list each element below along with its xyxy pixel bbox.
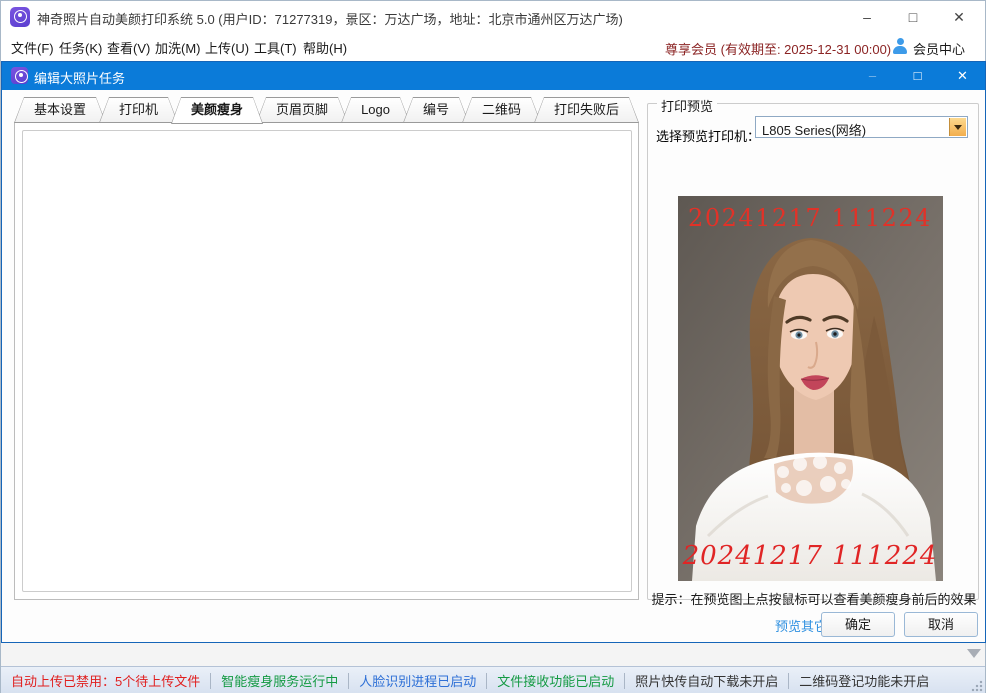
- tab-header-footer[interactable]: 页眉页脚: [256, 97, 348, 123]
- tab-basic-settings[interactable]: 基本设置: [14, 97, 106, 123]
- menu-view[interactable]: 查看(V): [107, 38, 150, 57]
- membership-status: 尊享会员 (有效期至: 2025-12-31 00:00): [665, 39, 891, 58]
- status-slim-service: 智能瘦身服务运行中: [211, 671, 348, 690]
- dialog-logo-icon: [11, 67, 28, 84]
- status-face-recognition: 人脸识别进程已启动: [349, 671, 486, 690]
- menu-file[interactable]: 文件(F): [11, 38, 54, 57]
- dialog-title: 编辑大照片任务: [34, 68, 125, 87]
- main-maximize-button[interactable]: □: [890, 1, 936, 33]
- main-minimize-button[interactable]: –: [844, 1, 890, 33]
- printer-select-label: 选择预览打印机：: [656, 126, 760, 145]
- beauty-settings-group: [22, 130, 632, 592]
- menubar: 文件(F) 任务(K) 查看(V) 加洗(M) 上传(U) 工具(T) 帮助(H…: [1, 33, 985, 61]
- tab-beauty-slim[interactable]: 美颜瘦身: [171, 97, 263, 124]
- tab-number[interactable]: 编号: [403, 97, 469, 123]
- menu-help[interactable]: 帮助(H): [303, 38, 347, 57]
- main-window: 神奇照片自动美颜打印系统 5.0 (用户ID：71277319，景区：万达广场，…: [0, 0, 986, 693]
- status-upload-disabled: 自动上传已禁用：5个待上传文件: [1, 671, 210, 690]
- preview-hint: 提示：在预览图上点按鼠标可以查看美颜瘦身前后的效果: [648, 589, 980, 608]
- tab-strip: 基本设置 打印机 美颜瘦身 页眉页脚 Logo 编号 二维码 打印失败后: [14, 97, 632, 123]
- tab-print-failed[interactable]: 打印失败后: [534, 97, 639, 123]
- tab-printer[interactable]: 打印机: [99, 97, 178, 123]
- printer-combo[interactable]: L805 Series(网络): [755, 116, 968, 138]
- status-qrcode-register: 二维码登记功能未开启: [789, 671, 939, 690]
- tab-qrcode[interactable]: 二维码: [462, 97, 541, 123]
- cancel-button[interactable]: 取消: [904, 612, 978, 637]
- dialog-titlebar: 编辑大照片任务 – □ ✕: [2, 62, 985, 90]
- print-preview-group: 打印预览 选择预览打印机： L805 Series(网络): [647, 103, 979, 600]
- ok-button[interactable]: 确定: [821, 612, 895, 637]
- resize-grip[interactable]: [971, 680, 983, 692]
- main-window-title: 神奇照片自动美颜打印系统 5.0 (用户ID：71277319，景区：万达广场，…: [37, 9, 623, 28]
- print-preview-caption: 打印预览: [657, 96, 717, 115]
- preview-photo[interactable]: 20241217 111224 20241217 111224: [678, 196, 943, 581]
- dialog-close-button[interactable]: ✕: [940, 62, 985, 90]
- status-file-receive: 文件接收功能已启动: [487, 671, 624, 690]
- timestamp-bottom: 20241217 111224: [682, 541, 938, 571]
- bottom-strip: [1, 643, 985, 666]
- dialog-maximize-button[interactable]: □: [895, 62, 940, 90]
- main-titlebar: 神奇照片自动美颜打印系统 5.0 (用户ID：71277319，景区：万达广场，…: [1, 1, 985, 33]
- edit-photo-task-dialog: 编辑大照片任务 – □ ✕ 基本设置 打印机 美颜瘦身 页眉页脚 Logo 编号…: [1, 61, 986, 643]
- status-quick-download: 照片快传自动下载未开启: [625, 671, 788, 690]
- combo-dropdown-icon[interactable]: [949, 118, 966, 136]
- member-center-link[interactable]: 会员中心: [913, 39, 965, 58]
- printer-combo-value: L805 Series(网络): [762, 120, 866, 139]
- tab-logo[interactable]: Logo: [341, 97, 410, 123]
- menu-reprint[interactable]: 加洗(M): [155, 38, 201, 57]
- down-arrow-icon[interactable]: [967, 649, 981, 658]
- main-close-button[interactable]: ✕: [936, 1, 982, 33]
- menu-task[interactable]: 任务(K): [59, 38, 102, 57]
- member-person-icon: [893, 38, 907, 54]
- dialog-minimize-button[interactable]: –: [850, 62, 895, 90]
- menu-tools[interactable]: 工具(T): [254, 38, 297, 57]
- app-logo-icon: [10, 7, 30, 27]
- timestamp-top: 20241217 111224: [688, 204, 932, 232]
- menu-upload[interactable]: 上传(U): [205, 38, 249, 57]
- statusbar: 自动上传已禁用：5个待上传文件 智能瘦身服务运行中 人脸识别进程已启动 文件接收…: [1, 666, 985, 693]
